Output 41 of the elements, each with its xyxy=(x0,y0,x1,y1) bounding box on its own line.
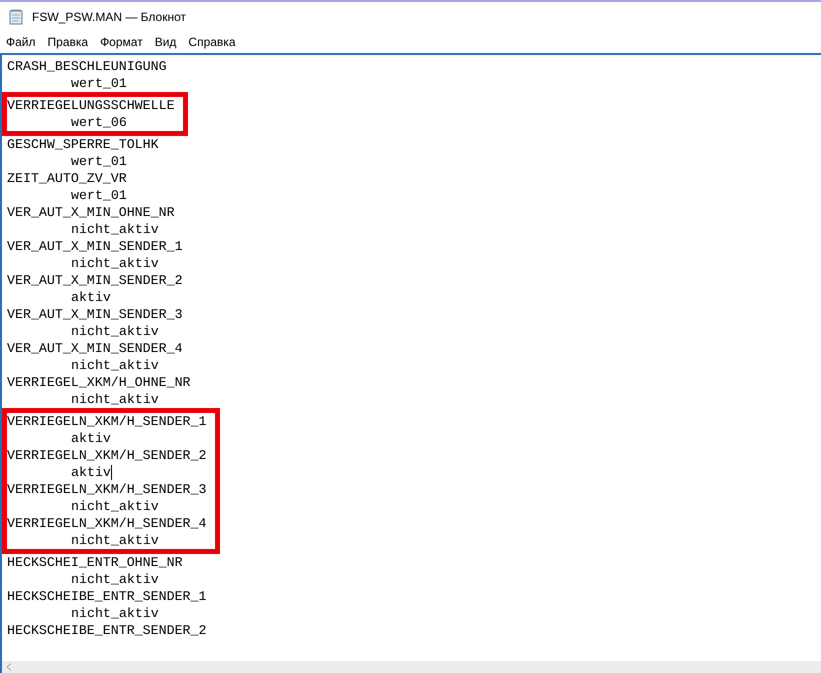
parameter-name: VERRIEGELN_XKM/H_SENDER_2 xyxy=(7,447,206,464)
horizontal-scrollbar[interactable] xyxy=(2,661,821,673)
parameter-name: VERRIEGELN_XKM/H_SENDER_3 xyxy=(7,481,206,498)
parameter-value: wert_01 xyxy=(71,187,127,204)
menu-item[interactable]: Формат xyxy=(94,32,149,52)
parameter-name: VERRIEGELN_XKM/H_SENDER_1 xyxy=(7,413,206,430)
parameter-value: nicht_aktiv xyxy=(71,221,159,238)
menu-item[interactable]: Вид xyxy=(148,32,182,52)
menu-item[interactable]: Правка xyxy=(42,32,94,52)
parameter-name: VER_AUT_X_MIN_SENDER_4 xyxy=(7,340,183,357)
notepad-icon xyxy=(8,9,24,25)
parameter-value: nicht_aktiv xyxy=(71,391,159,408)
parameter-value: wert_01 xyxy=(71,153,127,170)
menu-item[interactable]: Справка xyxy=(182,32,242,52)
parameter-value: nicht_aktiv xyxy=(71,357,159,374)
parameter-name: HECKSCHEIBE_ENTR_SENDER_2 xyxy=(7,622,206,639)
menu-item[interactable]: Файл xyxy=(0,32,42,52)
parameter-name: VER_AUT_X_MIN_SENDER_1 xyxy=(7,238,183,255)
parameter-value: wert_06 xyxy=(71,114,127,131)
parameter-value: wert_01 xyxy=(71,75,127,92)
parameter-name: CRASH_BESCHLEUNIGUNG xyxy=(7,58,167,75)
parameter-value: nicht_aktiv xyxy=(71,532,159,549)
parameter-name: GESCHW_SPERRE_TOLHK xyxy=(7,136,159,153)
parameter-name: VER_AUT_X_MIN_SENDER_3 xyxy=(7,306,183,323)
parameter-value: aktiv xyxy=(71,430,111,447)
parameter-name: VERRIEGELUNGSSCHWELLE xyxy=(7,97,175,114)
parameter-name: ZEIT_AUTO_ZV_VR xyxy=(7,170,127,187)
window-title: FSW_PSW.MAN — Блокнот xyxy=(32,9,186,26)
parameter-value: aktiv xyxy=(71,464,111,481)
parameter-value: nicht_aktiv xyxy=(71,255,159,272)
parameter-value: nicht_aktiv xyxy=(71,323,159,340)
parameter-name: VER_AUT_X_MIN_SENDER_2 xyxy=(7,272,183,289)
parameter-value: nicht_aktiv xyxy=(71,498,159,515)
parameter-name: VERRIEGEL_XKM/H_OHNE_NR xyxy=(7,374,191,391)
parameter-value: nicht_aktiv xyxy=(71,571,159,588)
parameter-name: HECKSCHEIBE_ENTR_SENDER_1 xyxy=(7,588,206,605)
parameter-value: nicht_aktiv xyxy=(71,605,159,622)
parameter-value: aktiv xyxy=(71,289,111,306)
parameter-name: VERRIEGELN_XKM/H_SENDER_4 xyxy=(7,515,206,532)
parameter-name: VER_AUT_X_MIN_OHNE_NR xyxy=(7,204,175,221)
parameter-name: HECKSCHEI_ENTR_OHNE_NR xyxy=(7,554,183,571)
